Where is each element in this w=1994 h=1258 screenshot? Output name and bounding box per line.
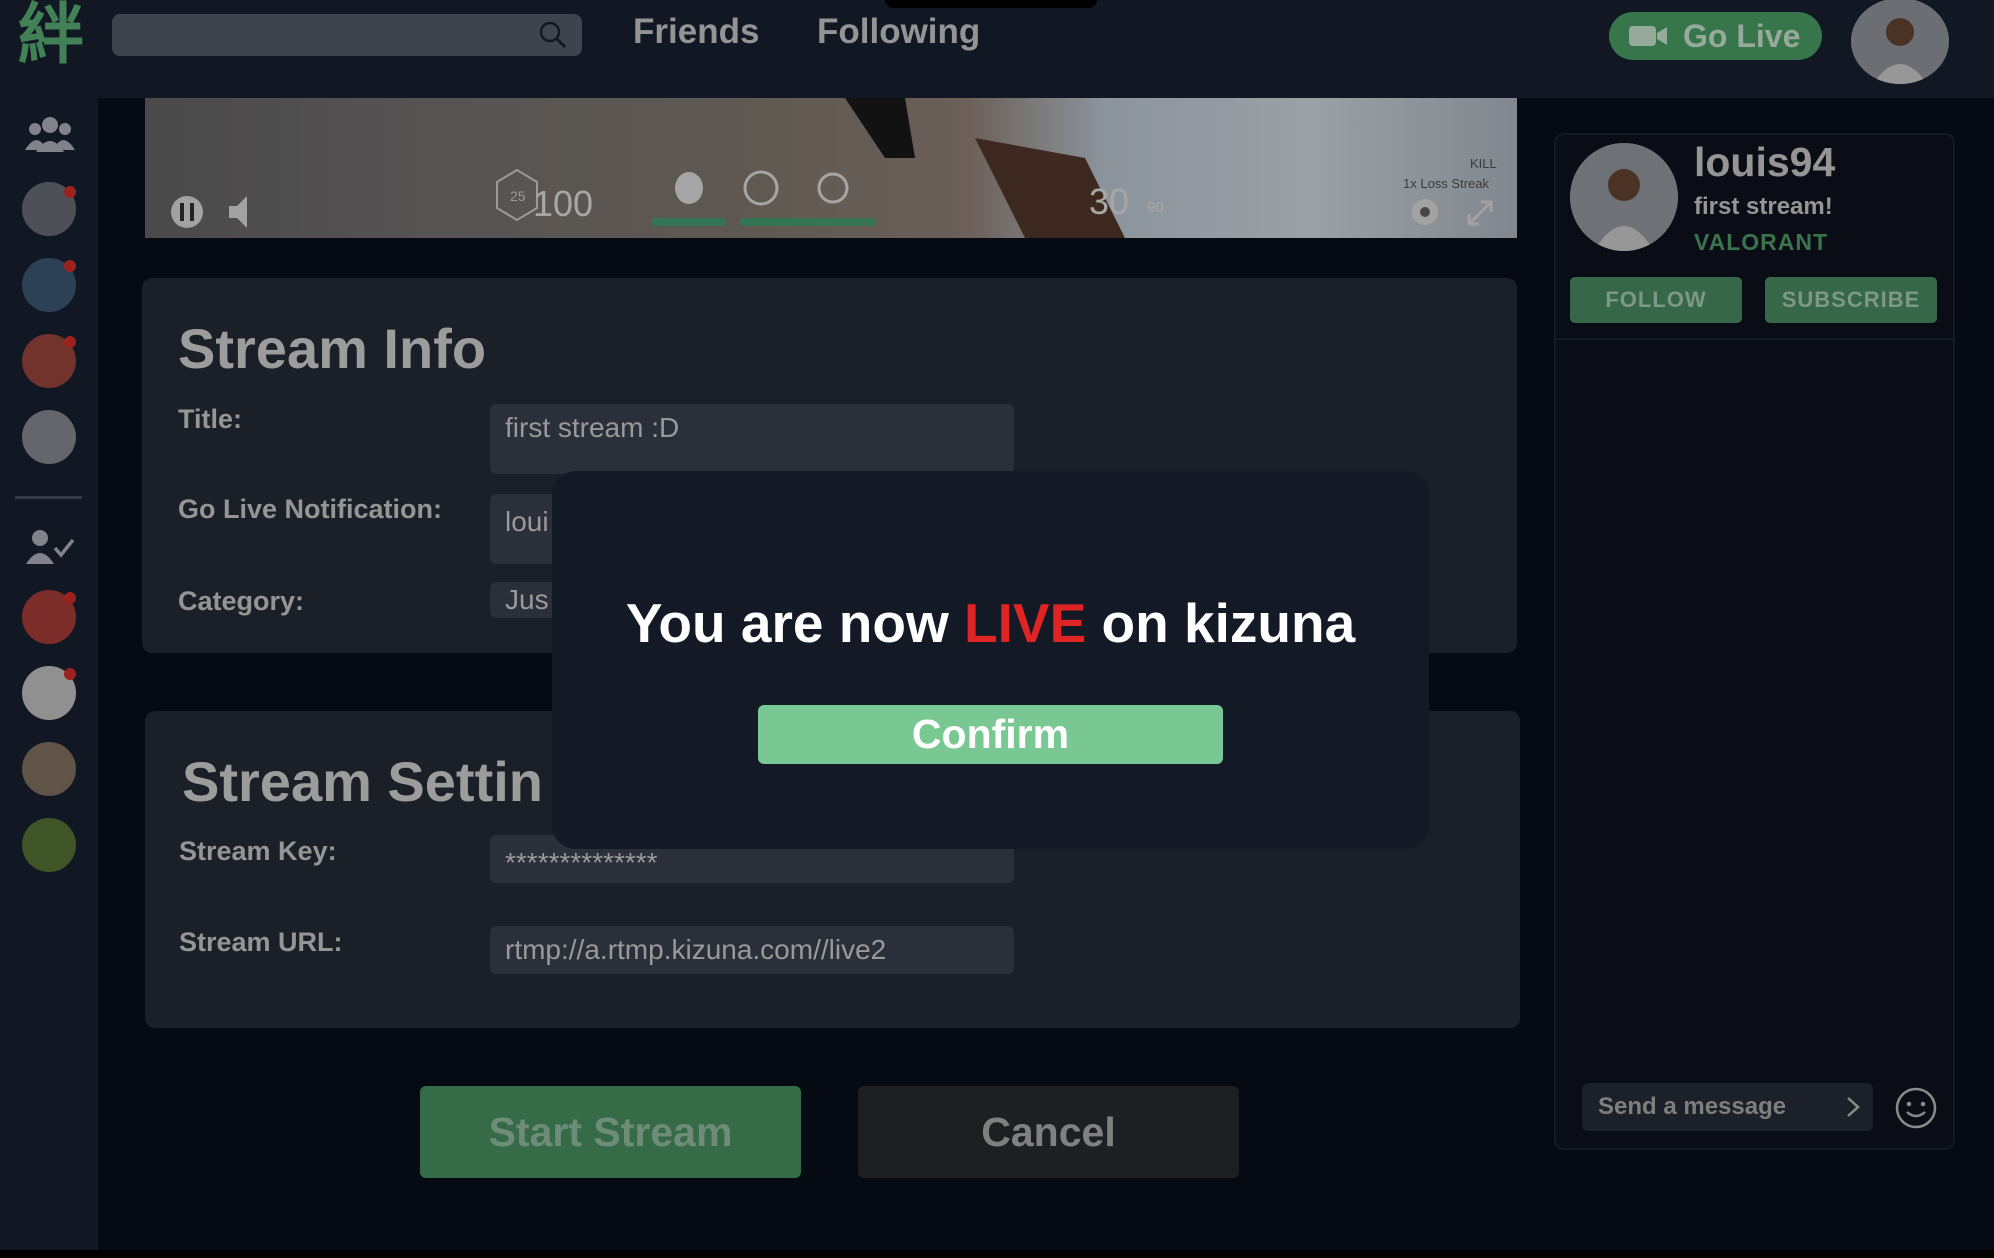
live-message-prefix: You are now	[625, 592, 965, 654]
confirm-button[interactable]: Confirm	[758, 705, 1223, 764]
live-confirmation-modal: You are now LIVE on kizuna Confirm	[552, 471, 1429, 849]
bottom-edge	[0, 1250, 1994, 1258]
live-word: LIVE	[964, 592, 1087, 654]
live-message: You are now LIVE on kizuna	[552, 591, 1429, 655]
live-message-suffix: on kizuna	[1086, 592, 1356, 654]
